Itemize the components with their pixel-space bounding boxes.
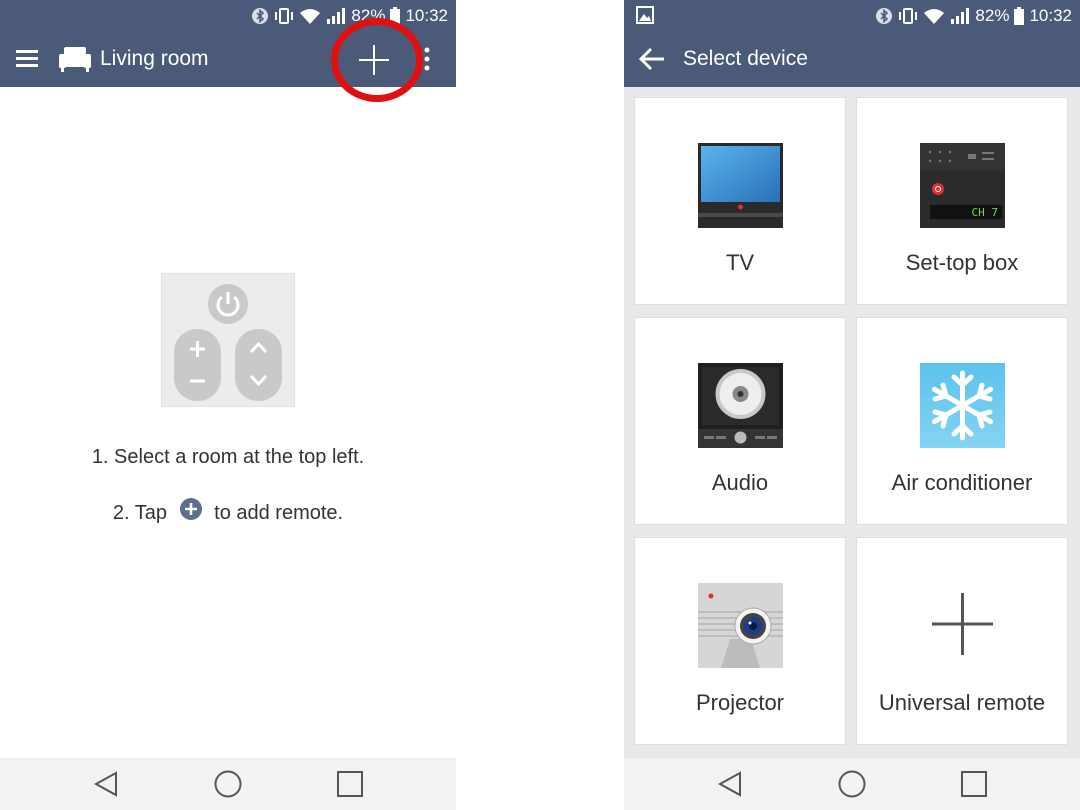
battery-percent: 82%: [975, 5, 1010, 25]
device-tile-projector[interactable]: Projector: [634, 537, 846, 745]
signal-icon: [326, 7, 346, 25]
device-label: Set-top box: [905, 250, 1019, 275]
navigation-bar: [0, 758, 456, 810]
device-label: Audio: [711, 470, 769, 495]
bluetooth-icon: [251, 7, 269, 25]
device-tile-air-conditioner[interactable]: Air conditioner: [856, 317, 1068, 525]
navigation-bar: [624, 758, 1080, 810]
tv-icon: [698, 143, 783, 228]
device-tile-audio[interactable]: Audio: [634, 317, 846, 525]
plus-icon: [920, 583, 1005, 668]
back-nav-icon[interactable]: [700, 758, 760, 810]
menu-icon[interactable]: [16, 48, 40, 75]
projector-icon: [698, 583, 783, 668]
bluetooth-icon: [875, 7, 893, 25]
page-title: Select device: [683, 47, 808, 70]
device-tile-universal-remote[interactable]: Universal remote: [856, 537, 1068, 745]
status-time: 10:32: [1029, 5, 1072, 25]
instruction-step-1: 1. Select a room at the top left.: [91, 446, 365, 468]
overflow-menu-icon[interactable]: [424, 47, 430, 76]
device-grid: TV CH 7 Set-top box Audio Air conditione…: [624, 87, 1080, 758]
app-bar: Select device: [624, 31, 1080, 87]
vibrate-icon: [898, 7, 918, 25]
wifi-icon: [299, 7, 321, 25]
status-bar: 82% 10:32: [624, 0, 1080, 31]
snowflake-icon: [920, 363, 1005, 448]
recents-nav-icon[interactable]: [320, 758, 380, 810]
status-icons: 82% 10:32: [875, 0, 1072, 31]
channel-display: CH 7: [972, 206, 999, 219]
device-tile-tv[interactable]: TV: [634, 97, 846, 305]
recents-nav-icon[interactable]: [944, 758, 1004, 810]
gallery-notification-icon: [636, 6, 654, 29]
instruction-step-2: 2. Tap to add remote.: [0, 497, 456, 527]
device-tile-set-top-box[interactable]: CH 7 Set-top box: [856, 97, 1068, 305]
right-phone-screen: 82% 10:32 Select device TV CH 7 Set-top …: [624, 0, 1080, 810]
instruction-step-2-suffix: to add remote.: [214, 502, 344, 524]
highlight-circle: [331, 18, 423, 102]
plus-circle-icon: [179, 497, 203, 527]
home-nav-icon[interactable]: [822, 758, 882, 810]
home-nav-icon[interactable]: [198, 758, 258, 810]
back-arrow-icon[interactable]: [638, 47, 666, 76]
back-nav-icon[interactable]: [76, 758, 136, 810]
wifi-icon: [923, 7, 945, 25]
audio-icon: [698, 363, 783, 448]
set-top-box-icon: CH 7: [920, 143, 1005, 228]
status-time: 10:32: [405, 5, 448, 25]
device-label: TV: [725, 250, 755, 275]
battery-icon: [1014, 6, 1025, 25]
remote-illustration: [161, 273, 295, 407]
room-title[interactable]: Living room: [100, 31, 209, 87]
left-phone-screen: 82% 10:32 Living room 1. Select a room a…: [0, 0, 456, 810]
device-label: Universal remote: [878, 690, 1046, 715]
device-label: Air conditioner: [891, 470, 1033, 495]
vibrate-icon: [274, 7, 294, 25]
signal-icon: [950, 7, 970, 25]
device-label: Projector: [695, 690, 785, 715]
instruction-step-2-prefix: 2. Tap: [112, 502, 168, 524]
sofa-icon: [58, 45, 92, 78]
